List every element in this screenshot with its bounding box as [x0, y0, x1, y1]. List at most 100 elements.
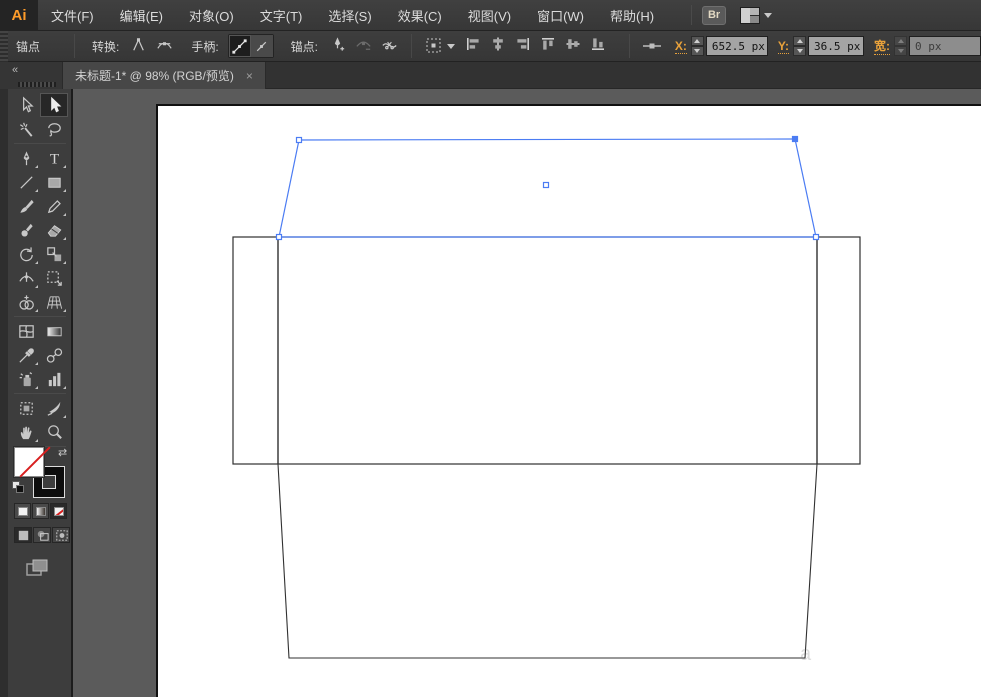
x-input[interactable]: 652.5 px — [705, 36, 768, 56]
canvas-area[interactable]: a — [73, 89, 981, 697]
align-top-icon[interactable] — [539, 35, 558, 54]
anchor-mode-label: 锚点 — [15, 39, 40, 54]
transform-panel-button[interactable] — [423, 35, 445, 57]
gradient-button[interactable] — [32, 503, 49, 519]
none-button[interactable] — [50, 503, 67, 519]
draw-behind-icon — [37, 530, 49, 541]
menu-item-2[interactable]: 编辑(E) — [107, 0, 176, 31]
blend-tool[interactable] — [40, 343, 68, 367]
document-canvas[interactable]: a — [73, 89, 981, 697]
y-input[interactable]: 36.5 px — [808, 36, 864, 56]
symbol-sprayer-tool-icon — [19, 371, 32, 386]
convert-corner-icon[interactable] — [127, 33, 149, 55]
width-stepper[interactable] — [894, 36, 907, 56]
line-segment-tool[interactable] — [12, 170, 40, 194]
artboard-tool[interactable] — [12, 396, 40, 420]
anchor-point-3[interactable] — [812, 233, 820, 241]
magic-wand-tool-icon — [19, 122, 32, 137]
mesh-tool[interactable] — [12, 319, 40, 343]
show-handles-icon[interactable] — [228, 35, 251, 57]
slice-tool-icon — [47, 401, 60, 416]
y-stepper[interactable] — [793, 36, 806, 56]
shape-builder-tool[interactable] — [12, 290, 40, 314]
tool-separator — [14, 393, 66, 394]
draw-inside-button[interactable] — [52, 527, 70, 543]
paint-style-buttons — [14, 503, 68, 519]
toolbar-grip-handle[interactable] — [18, 82, 56, 87]
menu-item-1[interactable]: 文件(F) — [38, 0, 107, 31]
blob-brush-tool[interactable] — [12, 218, 40, 242]
pencil-tool[interactable] — [40, 194, 68, 218]
document-tab-title: 未标题-1* @ 98% (RGB/预览) — [75, 69, 234, 83]
scale-tool[interactable] — [40, 242, 68, 266]
menu-item-7[interactable]: 视图(V) — [455, 0, 524, 31]
workspace-switcher-button[interactable] — [740, 6, 773, 24]
screen-mode-button[interactable] — [24, 557, 50, 584]
menu-item-9[interactable]: 帮助(H) — [597, 0, 667, 31]
free-transform-tool[interactable] — [40, 266, 68, 290]
document-tab[interactable]: 未标题-1* @ 98% (RGB/预览) × — [62, 62, 266, 89]
free-transform-tool-icon — [46, 270, 62, 286]
swap-fill-stroke-icon[interactable]: ⇄ — [58, 446, 67, 459]
hide-handles-icon[interactable] — [250, 35, 273, 57]
fill-none-swatch[interactable] — [14, 447, 44, 477]
slice-tool[interactable] — [40, 396, 68, 420]
pen-tool[interactable] — [12, 146, 40, 170]
type-tool[interactable]: T — [40, 146, 68, 170]
direct-selection-tool[interactable] — [40, 93, 68, 117]
selection-tool[interactable] — [12, 93, 40, 117]
align-bottom-icon[interactable] — [589, 35, 608, 54]
cut-path-icon[interactable] — [378, 33, 400, 55]
anchor-point-selected[interactable] — [791, 135, 799, 143]
anchor-point-1[interactable] — [295, 136, 303, 144]
column-graph-tool[interactable] — [40, 367, 68, 391]
magic-wand-tool[interactable] — [12, 117, 40, 141]
x-stepper[interactable] — [690, 36, 704, 56]
perspective-grid-tool[interactable] — [40, 290, 68, 314]
close-tab-icon[interactable]: × — [246, 69, 253, 83]
menu-item-4[interactable]: 文字(T) — [247, 0, 316, 31]
paintbrush-tool[interactable] — [12, 194, 40, 218]
eyedropper-tool[interactable] — [12, 343, 40, 367]
eraser-tool-icon — [47, 224, 61, 237]
add-anchor-icon[interactable] — [326, 33, 348, 55]
rectangle-tool[interactable] — [40, 170, 68, 194]
x-label[interactable]: X: — [674, 39, 687, 54]
rotate-tool[interactable] — [12, 242, 40, 266]
width-tool[interactable] — [12, 266, 40, 290]
eraser-tool[interactable] — [40, 218, 68, 242]
bridge-button[interactable]: Br — [702, 5, 727, 25]
align-center-v-icon[interactable] — [564, 35, 583, 54]
y-label[interactable]: Y: — [777, 39, 789, 54]
width-input[interactable]: 0 px — [909, 36, 981, 56]
width-label[interactable]: 宽: — [874, 37, 890, 55]
blob-brush-tool-icon — [20, 223, 33, 236]
color-button-icon — [17, 506, 28, 516]
menu-item-3[interactable]: 对象(O) — [176, 0, 247, 31]
align-left-icon[interactable] — [464, 35, 483, 54]
panel-grip-handle[interactable] — [0, 30, 8, 62]
align-right-icon[interactable] — [514, 35, 533, 54]
menu-item-6[interactable]: 效果(C) — [385, 0, 455, 31]
gradient-tool[interactable] — [40, 319, 68, 343]
chevron-down-icon — [446, 43, 455, 49]
collapse-panel-button[interactable]: « — [12, 64, 19, 76]
none-button-icon — [53, 506, 64, 516]
draw-normal-button[interactable] — [14, 527, 32, 543]
convert-smooth-icon[interactable] — [153, 33, 175, 55]
color-button[interactable] — [14, 503, 31, 519]
default-fill-stroke-icon[interactable] — [12, 481, 24, 493]
lasso-tool[interactable] — [40, 117, 68, 141]
draw-behind-button[interactable] — [33, 527, 51, 543]
divider — [691, 5, 693, 25]
menu-item-5[interactable]: 选择(S) — [315, 0, 384, 31]
align-center-h-icon[interactable] — [489, 35, 508, 54]
symbol-sprayer-tool[interactable] — [12, 367, 40, 391]
anchor-point-4[interactable] — [275, 233, 283, 241]
tool-separator — [14, 143, 66, 144]
divider — [628, 34, 630, 58]
tools-panel: T ⇄ — [8, 89, 73, 697]
menu-item-8[interactable]: 窗口(W) — [524, 0, 597, 31]
svg-text:T: T — [49, 150, 59, 167]
chevron-down-icon — [764, 12, 773, 18]
